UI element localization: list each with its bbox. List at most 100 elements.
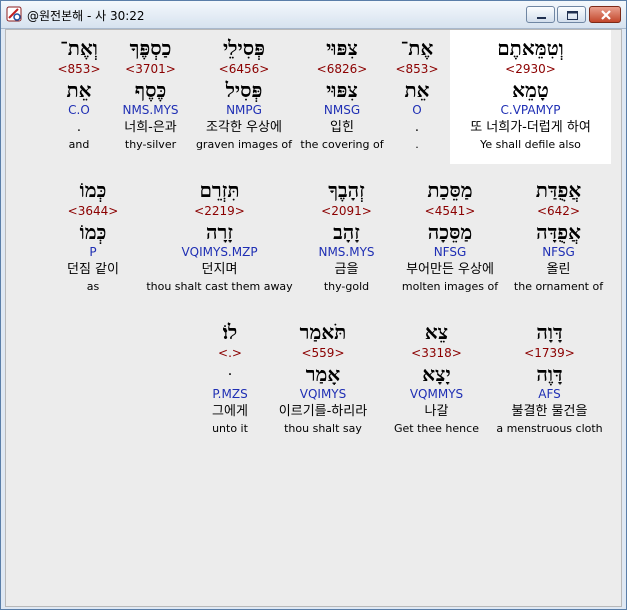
word-lemma: יָצָא <box>422 362 451 386</box>
word-strong: <.> <box>218 346 242 360</box>
word-strong: <4541> <box>424 204 476 218</box>
word-cell[interactable]: תֹּאמַר <559> אָמַר VQIMYS 이르기를-하리라 thou shal… <box>261 314 385 448</box>
word-cell[interactable]: דָּוָה <1739> דָּוֶה AFS 불결한 물건을 a menstruous… <box>488 314 611 448</box>
title-bar[interactable]: @원전본해 - 사 30:22 <box>1 1 626 29</box>
word-lemma: כֶּסֶף <box>134 78 167 102</box>
word-lemma: כְּמוֹ <box>79 220 107 244</box>
word-cell[interactable]: צֵא <3318> יָצָא VQMMYS 나갈 Get thee hence <box>385 314 488 448</box>
word-cell[interactable]: וְטִמֵּאתֶם <2930> טָמֵא C.VPAMYP 또 너희가-더럽게 … <box>450 30 611 164</box>
word-heb: לוֹ׃ <box>222 320 238 344</box>
word-lemma: אֵת <box>404 78 430 102</box>
word-strong: <2930> <box>505 62 556 76</box>
word-strong: <1739> <box>524 346 575 360</box>
word-lemma: אָמַר <box>305 362 341 386</box>
word-strong: <853> <box>57 62 101 76</box>
word-cell[interactable]: כְּמוֹ <3644> כְּמוֹ P 던짐 같이 as <box>46 172 140 306</box>
word-eng: thou shalt say <box>284 422 362 435</box>
word-eng: . <box>415 138 419 151</box>
word-kor: 올린 <box>546 262 571 277</box>
minimize-button[interactable] <box>526 6 555 23</box>
word-heb: אֶת־ <box>400 36 434 60</box>
word-heb: תֹּאמַר <box>299 320 347 344</box>
word-lemma: אֵת <box>66 78 92 102</box>
word-cell[interactable]: תִּזְרֵם <2219> זָרָה VQIMYS.MZP 던지며 thou sha… <box>140 172 299 306</box>
word-cell[interactable]: מַסֵּכַת <4541> מַסֵּכָה NFSG 부어만든 우상에 molten… <box>394 172 506 306</box>
word-heb: דָּוָה <box>536 320 563 344</box>
word-lemma: אֲפֻדָּה <box>536 220 581 244</box>
word-heb: כְּמוֹ <box>79 178 107 202</box>
word-parse: VQIMYS.MZP <box>181 245 258 259</box>
word-eng: as <box>86 280 100 293</box>
word-eng: molten images of <box>401 280 499 293</box>
app-icon <box>6 6 22 22</box>
word-heb: מַסֵּכַת <box>427 178 473 202</box>
word-heb: כַסְפֶּךָ <box>129 36 172 60</box>
word-kor: 금을 <box>334 262 359 277</box>
word-eng: and <box>68 138 90 151</box>
word-eng: a menstruous cloth <box>496 422 603 435</box>
word-kor: . <box>414 120 420 135</box>
word-kor: 불결한 물건을 <box>511 404 588 419</box>
word-kor: 입힌 <box>330 120 354 135</box>
word-parse: C.O <box>68 103 90 117</box>
word-eng: thy-gold <box>323 280 370 293</box>
word-cell[interactable]: זְהָבֶךָ <2091> זָהָב NMS.MYS 금을 thy-gold <box>299 172 394 306</box>
word-kor: 너희-은과 <box>124 120 177 135</box>
word-strong: <3701> <box>125 62 176 76</box>
word-strong: <2219> <box>194 204 245 218</box>
word-heb: וְאֶת־ <box>60 36 98 60</box>
maximize-button[interactable] <box>557 6 586 23</box>
word-strong: <6826> <box>316 62 368 76</box>
word-kor: 던짐 같이 <box>67 262 119 277</box>
word-lemma: זָרָה <box>206 220 233 244</box>
word-eng: thou shalt cast them away <box>146 280 293 293</box>
word-eng: the covering of <box>300 138 384 151</box>
word-parse: VQMMYS <box>409 387 464 401</box>
word-kor: 이르기를-하리라 <box>278 404 368 419</box>
word-lemma: פְּסִיל <box>225 78 263 102</box>
word-lemma: טָמֵא <box>512 78 549 102</box>
word-strong: <642> <box>536 204 580 218</box>
word-lemma: צִפּוּי <box>326 78 358 102</box>
word-cell[interactable]: צִפּוּי <6826> צִפּוּי NMSG 입힌 the covering o… <box>299 30 385 164</box>
word-cell[interactable]: פְּסִילֵי <6456> פְּסִיל NMPG 조각한 우상에 graven … <box>189 30 299 164</box>
word-kor: 부어만든 우상에 <box>406 262 494 277</box>
word-lemma: מַסֵּכָה <box>427 220 473 244</box>
word-heb: וְטִמֵּאתֶם <box>497 36 564 60</box>
word-parse: NFSG <box>542 245 575 259</box>
word-cell[interactable]: אֶת־ <853> אֵת O.. <box>385 30 449 164</box>
word-parse: NMS.MYS <box>318 245 375 259</box>
word-strong: <2091> <box>321 204 372 218</box>
word-cell[interactable]: לוֹ׃ <.>ּP.MZS 그에게 unto it <box>199 314 261 448</box>
word-heb: צִפּוּי <box>326 36 358 60</box>
word-parse: NFSG <box>433 245 467 259</box>
word-eng: Get thee hence <box>394 422 479 435</box>
word-kor: 그에게 <box>212 404 248 419</box>
window-title: @원전본해 - 사 30:22 <box>27 9 145 23</box>
word-strong: <853> <box>395 62 439 76</box>
word-strong: <3644> <box>67 204 119 218</box>
word-eng: Ye shall defile also <box>480 138 581 151</box>
word-heb: זְהָבֶךָ <box>328 178 365 202</box>
close-button[interactable] <box>589 6 621 23</box>
word-kor: 조각한 우상에 <box>206 120 282 135</box>
word-cell[interactable]: וְאֶת־ <853> אֵת C.O. and <box>46 30 112 164</box>
word-parse: NMS.MYS <box>122 103 179 117</box>
word-strong: <6456> <box>218 62 270 76</box>
word-kor: 또 너희가-더럽게 하여 <box>470 120 591 135</box>
app-window: @원전본해 - 사 30:22 וְטִמֵּאתֶם <2930> טָמֵא C.… <box>0 0 627 610</box>
interlinear-panel: וְטִמֵּאתֶם <2930> טָמֵא C.VPAMYP 또 너희가-더럽게 … <box>5 29 622 607</box>
word-lemma: זָהָב <box>333 220 360 244</box>
word-eng: the ornament of <box>513 280 604 293</box>
close-icon <box>601 10 611 20</box>
word-heb: אֲפֻדַּת <box>535 178 582 202</box>
word-heb: תִּזְרֵם <box>199 178 240 202</box>
word-eng: unto it <box>212 422 248 435</box>
word-cell[interactable]: אֲפֻדַּת <642> אֲפֻדָּה NFSG 올린 the ornament … <box>506 172 611 306</box>
word-parse: O <box>412 103 422 117</box>
word-cell[interactable]: כַסְפֶּךָ <3701> כֶּסֶף NMS.MYS 너희-은과 thy-sil… <box>112 30 189 164</box>
word-parse: P <box>89 245 97 259</box>
word-heb: צֵא <box>424 320 449 344</box>
maximize-icon <box>567 11 578 20</box>
word-eng: thy-silver <box>124 138 177 151</box>
